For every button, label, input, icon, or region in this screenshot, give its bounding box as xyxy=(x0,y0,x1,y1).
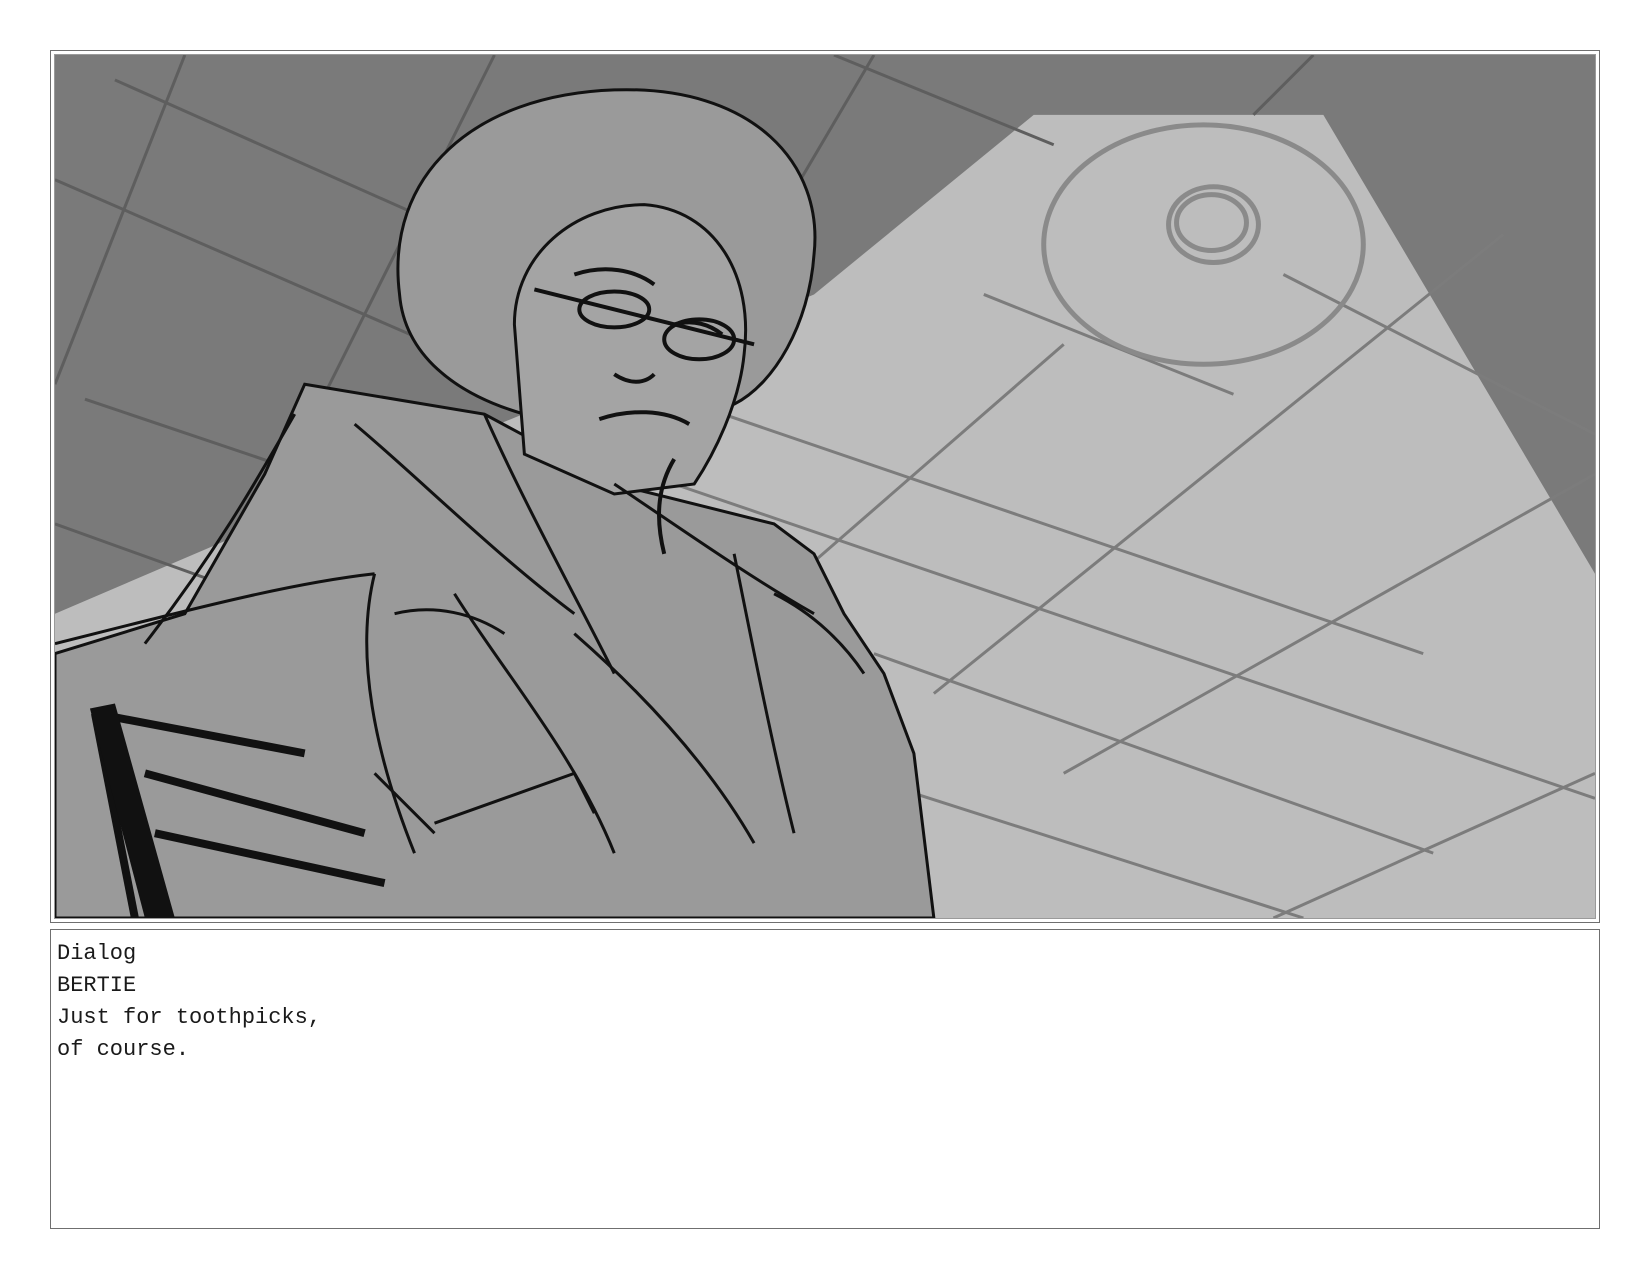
dialog-notes-box: Dialog BERTIE Just for toothpicks, of co… xyxy=(50,929,1600,1229)
dialog-character-name: BERTIE xyxy=(57,973,137,998)
storyboard-panel-image xyxy=(54,54,1596,919)
dialog-section-label: Dialog xyxy=(57,941,137,966)
storyboard-panel-frame xyxy=(50,50,1600,923)
dialog-line-1: Just for toothpicks, xyxy=(57,1005,322,1030)
storyboard-sketch xyxy=(55,55,1595,918)
dialog-line-2: of course. xyxy=(57,1037,190,1062)
figure-face xyxy=(512,203,748,496)
